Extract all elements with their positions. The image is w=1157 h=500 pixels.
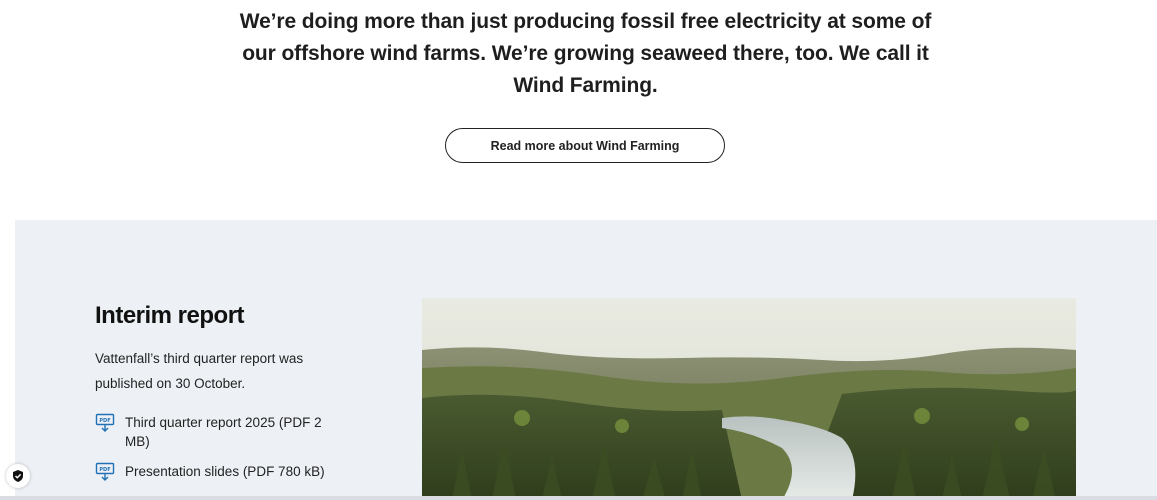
horizontal-scrollbar[interactable] [0, 496, 1157, 500]
svg-text:PDF: PDF [99, 467, 110, 473]
interim-report-section: Interim report Vattenfall’s third quarte… [15, 220, 1157, 500]
read-more-wind-farming-button[interactable]: Read more about Wind Farming [445, 128, 725, 163]
report-description: Vattenfall’s third quarter report was pu… [95, 351, 304, 391]
hero-section: We’re doing more than just producing fos… [0, 0, 1157, 220]
hero-text: We’re doing more than just producing fos… [239, 10, 932, 97]
pdf-download-icon: PDF [95, 462, 115, 481]
third-quarter-report-link[interactable]: PDF Third quarter report 2025 (PDF 2 MB) [95, 413, 325, 451]
pdf-download-icon: PDF [95, 413, 115, 432]
privacy-settings-button[interactable] [6, 464, 30, 488]
third-quarter-report-label: Third quarter report 2025 (PDF 2 MB) [125, 415, 322, 449]
shield-check-icon [13, 470, 23, 482]
river-landscape-image [422, 298, 1076, 500]
presentation-slides-label: Presentation slides (PDF 780 kB) [125, 464, 325, 479]
svg-text:PDF: PDF [99, 418, 110, 424]
presentation-slides-link[interactable]: PDF Presentation slides (PDF 780 kB) [95, 462, 325, 482]
report-title: Interim report [95, 302, 245, 329]
